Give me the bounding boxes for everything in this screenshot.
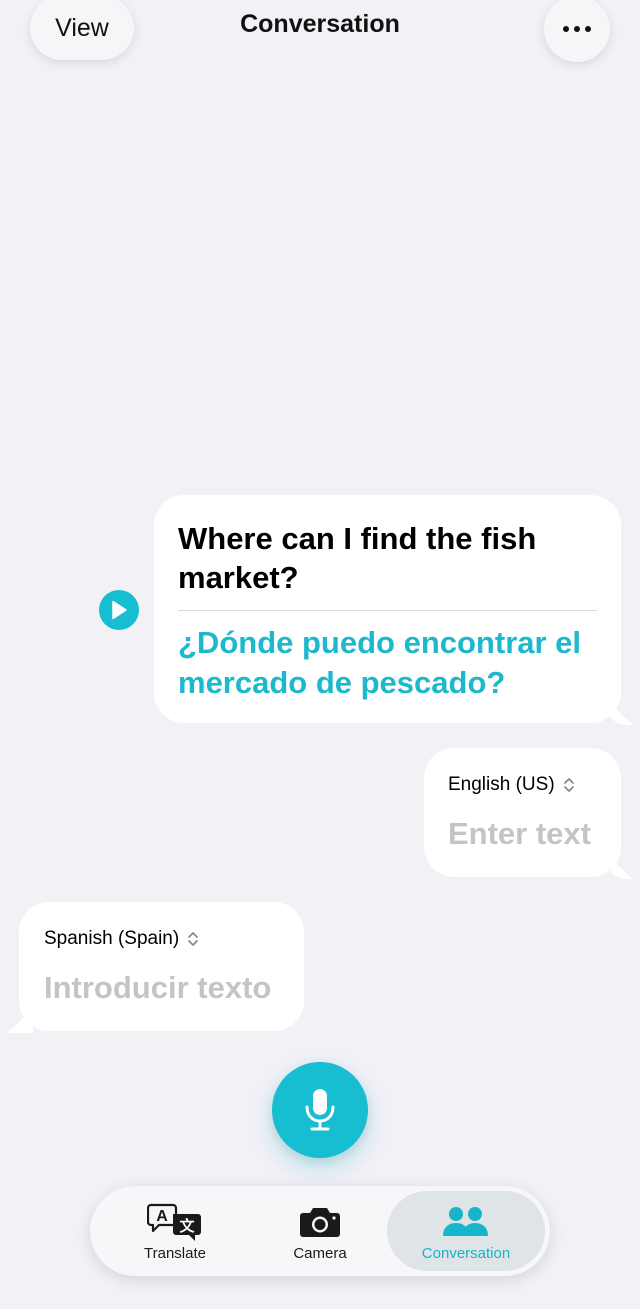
camera-icon	[298, 1203, 342, 1241]
spanish-language-label: Spanish (Spain)	[44, 928, 180, 949]
svg-text:文: 文	[179, 1217, 195, 1235]
chevron-up-down-icon	[187, 930, 199, 948]
source-text: Where can I find the fish market?	[178, 521, 537, 595]
bubble-divider	[178, 610, 597, 611]
translate-icon: A 文	[147, 1203, 203, 1241]
translation-bubble: Where can I find the fish market? ¿Dónde…	[154, 495, 621, 723]
svg-text:A: A	[156, 1208, 168, 1225]
chevron-up-down-icon	[563, 776, 575, 794]
ellipsis-icon	[563, 26, 591, 32]
spanish-text-placeholder[interactable]: Introducir texto	[44, 970, 304, 1006]
tab-conversation-label: Conversation	[421, 1245, 511, 1262]
tab-camera-label: Camera	[293, 1245, 347, 1262]
more-options-button[interactable]	[544, 0, 610, 62]
microphone-icon	[305, 1089, 335, 1131]
play-icon	[112, 600, 127, 620]
people-icon	[441, 1203, 491, 1241]
spanish-input-bubble[interactable]: Spanish (Spain) Introducir texto	[19, 902, 304, 1031]
translated-text: ¿Dónde puedo encontrar el mercado de pes…	[178, 625, 582, 700]
tab-conversation[interactable]: Conversation	[387, 1191, 545, 1271]
english-text-placeholder[interactable]: Enter text	[448, 816, 621, 852]
english-language-label: English (US)	[448, 774, 555, 795]
microphone-button[interactable]	[272, 1062, 368, 1158]
english-language-selector[interactable]: English (US)	[448, 772, 621, 798]
play-translation-button[interactable]	[99, 590, 139, 630]
tab-translate[interactable]: A 文 Translate	[100, 1191, 250, 1271]
tab-camera[interactable]: Camera	[245, 1191, 395, 1271]
spanish-language-selector[interactable]: Spanish (Spain)	[44, 926, 304, 952]
english-input-bubble[interactable]: English (US) Enter text	[424, 748, 621, 877]
tab-translate-label: Translate	[144, 1245, 206, 1262]
tab-bar: A 文 Translate Camera Conversation	[90, 1186, 550, 1276]
